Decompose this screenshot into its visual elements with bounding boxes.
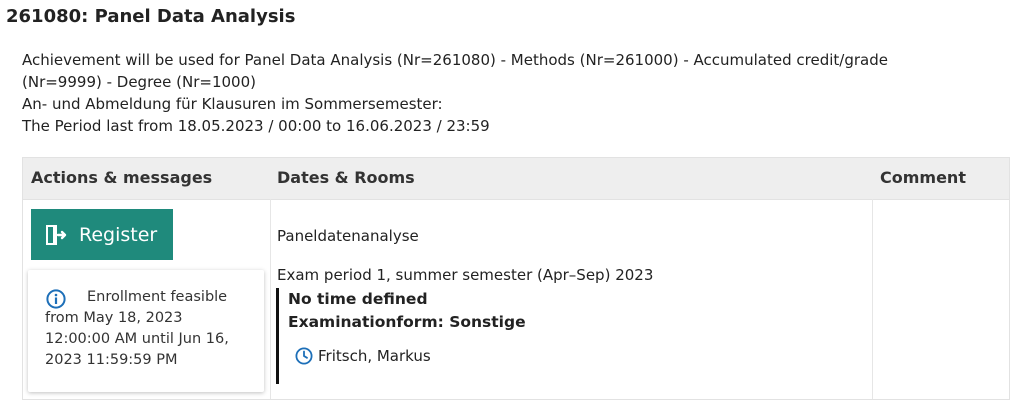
register-button-label: Register — [79, 223, 158, 246]
column-divider — [270, 199, 271, 399]
exam-description: Achievement will be used for Panel Data … — [22, 49, 1002, 137]
register-button[interactable]: Register — [31, 209, 173, 260]
enrollment-info-card: Enrollment feasible from May 18, 2023 12… — [28, 270, 264, 392]
lecturer-row: Fritsch, Markus — [288, 347, 526, 365]
enrollment-info-text: Enrollment feasible from May 18, 2023 12… — [45, 289, 229, 368]
event-title: Paneldatenanalyse — [277, 227, 419, 245]
column-header-dates: Dates & Rooms — [277, 168, 415, 187]
table-header: Actions & messages Dates & Rooms Comment — [23, 158, 1009, 200]
door-enter-icon — [46, 224, 67, 245]
description-line: An- und Abmeldung für Klausuren im Somme… — [22, 95, 443, 113]
exam-period: Exam period 1, summer semester (Apr–Sep)… — [277, 266, 654, 284]
page-title: 261080: Panel Data Analysis — [6, 6, 296, 27]
description-line: (Nr=9999) - Degree (Nr=1000) — [22, 73, 256, 91]
column-divider — [872, 199, 873, 399]
description-line: The Period last from 18.05.2023 / 00:00 … — [22, 117, 490, 135]
clock-icon — [295, 347, 313, 365]
column-header-comment: Comment — [880, 168, 966, 187]
column-header-actions: Actions & messages — [31, 168, 213, 187]
exam-table: Actions & messages Dates & Rooms Comment… — [22, 157, 1010, 400]
lecturer-name[interactable]: Fritsch, Markus — [318, 347, 431, 365]
exam-form: Examinationform: Sonstige — [288, 313, 526, 331]
description-line: Achievement will be used for Panel Data … — [22, 51, 888, 69]
exam-time: No time defined — [288, 290, 428, 308]
exam-detail: No time defined Examinationform: Sonstig… — [276, 288, 526, 384]
